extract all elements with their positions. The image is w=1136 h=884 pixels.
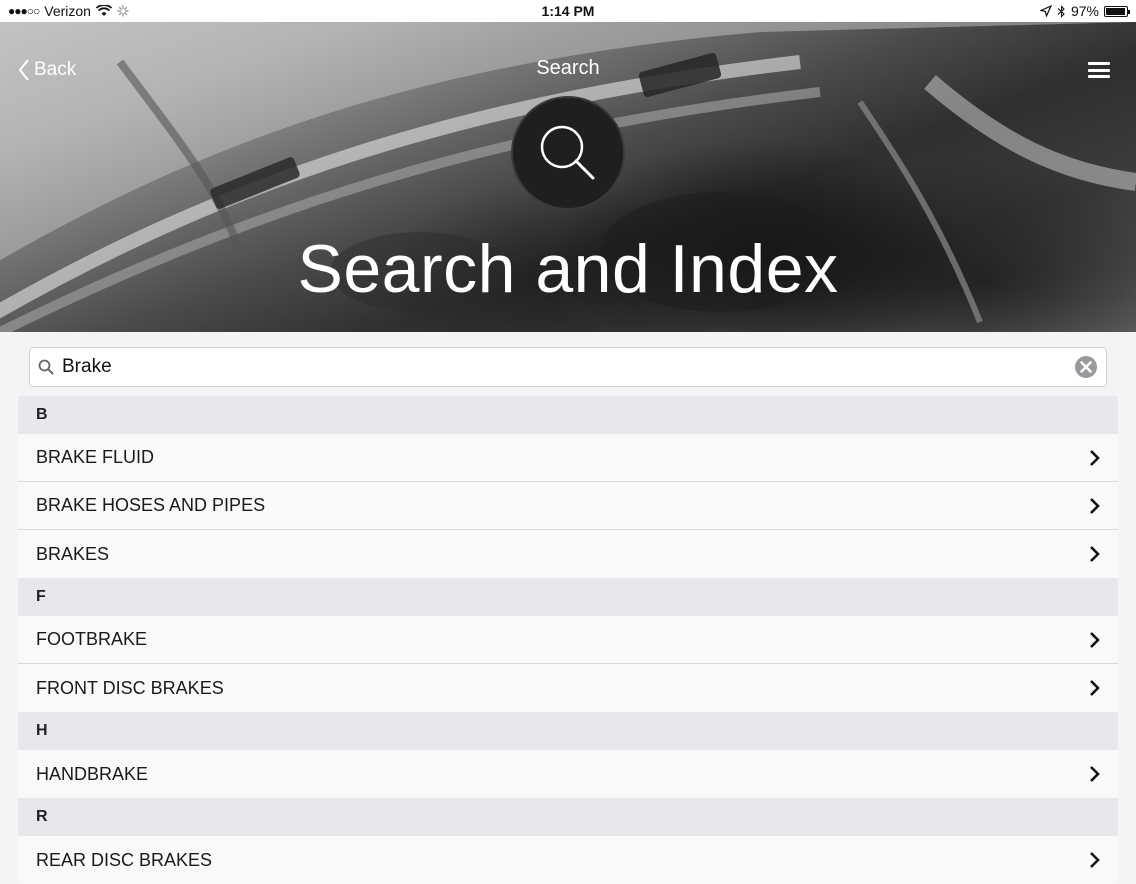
carrier-name: Verizon	[44, 3, 91, 19]
chevron-right-icon	[1090, 546, 1100, 562]
section-header-r: R	[18, 798, 1118, 836]
menu-line	[1088, 62, 1110, 65]
list-item[interactable]: HANDBRAKE	[18, 750, 1118, 798]
list-item-label: HANDBRAKE	[36, 763, 149, 784]
search-icon	[38, 359, 54, 375]
results-list: B BRAKE FLUID BRAKE HOSES AND PIPES BRAKES F…	[18, 396, 1118, 884]
battery-percent: 97%	[1070, 3, 1099, 19]
nav-title: Search	[536, 57, 600, 79]
list-item[interactable]: BRAKES	[18, 530, 1118, 578]
hero-title: Search and Index	[297, 231, 839, 307]
list-item[interactable]: REAR DISC BRAKES	[18, 836, 1118, 884]
clear-circle-icon[interactable]	[1074, 355, 1098, 379]
location-arrow-icon	[1039, 5, 1052, 17]
list-item-label: FOOTBRAKE	[36, 629, 148, 649]
search-input[interactable]	[54, 356, 1074, 378]
list-item-label: BRAKE HOSES AND PIPES	[36, 495, 266, 515]
list-item[interactable]: BRAKE FLUID	[18, 434, 1118, 482]
search-badge	[511, 96, 625, 210]
status-left: ●●●○○ Verizon	[8, 3, 129, 19]
section-header-f: F	[18, 578, 1118, 616]
section-header-h: H	[18, 712, 1118, 750]
list-item[interactable]: BRAKE HOSES AND PIPES	[18, 482, 1118, 530]
list-item-label: BRAKES	[36, 543, 110, 564]
section-header-b: B	[18, 396, 1118, 434]
chevron-right-icon	[1090, 449, 1100, 466]
status-time: 1:14 PM	[541, 3, 595, 19]
chevron-right-icon	[1090, 766, 1100, 782]
chevron-right-icon	[1090, 497, 1100, 514]
wifi-icon	[95, 5, 112, 16]
menu-line	[1088, 75, 1110, 78]
bluetooth-icon	[1057, 4, 1065, 18]
hero-banner: Back Search Search and Index	[0, 22, 1136, 332]
activity-spinner-icon	[117, 5, 129, 17]
list-item-label: BRAKE FLUID	[36, 447, 155, 467]
chevron-right-icon	[1090, 852, 1100, 868]
list-item[interactable]: FOOTBRAKE	[18, 616, 1118, 664]
chevron-right-icon	[1090, 680, 1100, 696]
chevron-right-icon	[1090, 631, 1100, 648]
status-right: 97%	[1039, 3, 1130, 19]
list-item-label: FRONT DISC BRAKES	[36, 677, 224, 698]
search-bar	[29, 347, 1107, 387]
status-bar: ●●●○○ Verizon 1:14 PM 97%	[0, 0, 1136, 22]
hamburger-menu-icon[interactable]	[1088, 62, 1110, 78]
list-item-label: REAR DISC BRAKES	[36, 849, 213, 870]
signal-strength-icon: ●●●○○	[8, 4, 40, 18]
list-item[interactable]: FRONT DISC BRAKES	[18, 664, 1118, 712]
battery-level	[1106, 7, 1126, 15]
magnifier-icon	[540, 125, 595, 180]
battery-icon	[1104, 5, 1130, 17]
menu-line	[1088, 68, 1110, 72]
